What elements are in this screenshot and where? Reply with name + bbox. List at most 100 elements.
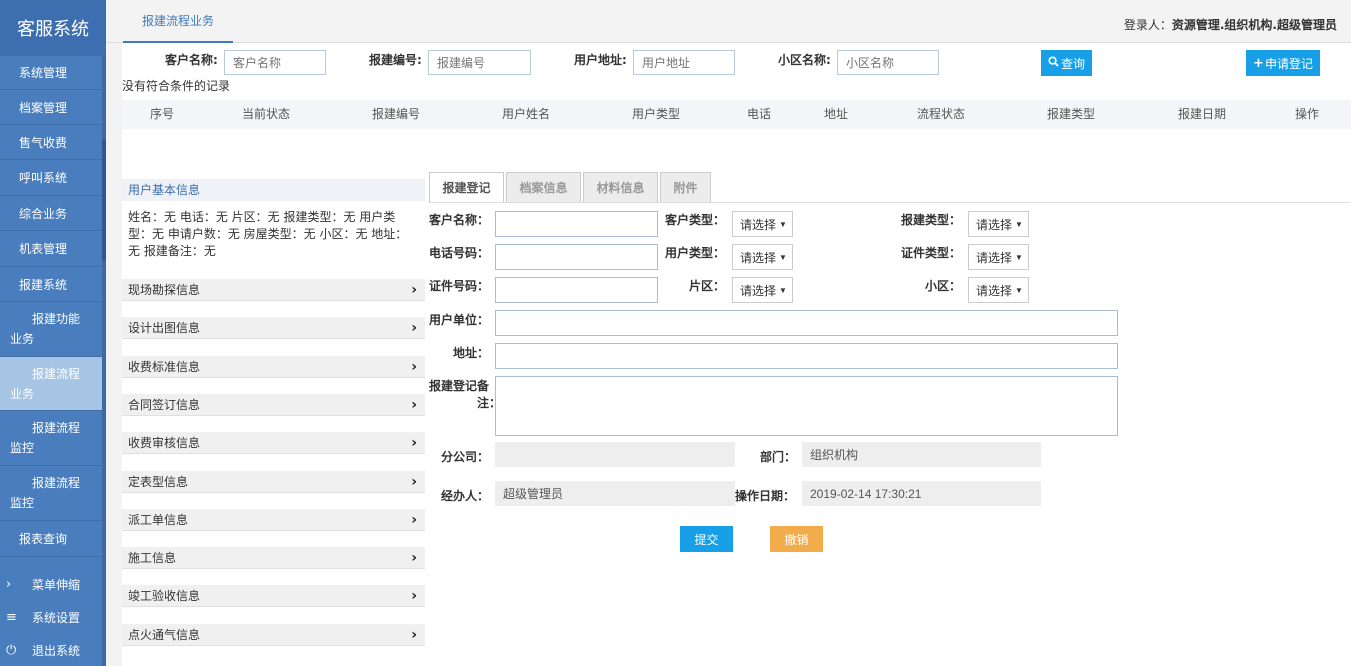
sidebar-subitem-process-monitor-1[interactable]: 报建流程 监控	[0, 411, 102, 466]
sidebar-scrollbar-thumb[interactable]	[102, 140, 106, 260]
accordion-label: 合同签订信息	[128, 398, 201, 412]
sidebar-subitem-process-monitor-2[interactable]: 报建流程 监控	[0, 466, 102, 521]
sidebar-subitem-application-process[interactable]: 报建流程 业务	[0, 357, 102, 411]
user-unit-field[interactable]	[495, 310, 1118, 336]
sidebar-item-label: 报建系统	[19, 277, 68, 292]
chevron-right-icon: ›	[411, 434, 417, 451]
user-type-select[interactable]: 请选择 ▼	[732, 244, 793, 270]
system-settings-label: 系统设置	[32, 610, 81, 625]
phone-field[interactable]	[495, 244, 658, 270]
department-label: 部门：	[760, 450, 797, 464]
sidebar-item-label: 综合业务	[19, 206, 68, 221]
sidebar-subitem-label-2: 业务	[10, 332, 35, 346]
accordion-work-order[interactable]: 派工单信息 ›	[122, 509, 425, 531]
id-number-field[interactable]	[495, 277, 658, 303]
caret-down-icon: ▼	[779, 285, 787, 295]
community-name-search-input[interactable]	[837, 50, 939, 75]
app-title: 客服系统	[0, 0, 106, 56]
handler-label: 经办人：	[441, 489, 490, 503]
user-type-label: 用户类型：	[665, 246, 726, 260]
sidebar-item-system-management[interactable]: 系统管理	[0, 56, 102, 90]
chevron-right-icon: ›	[411, 319, 417, 336]
menu-collapse-label: 菜单伸缩	[32, 577, 81, 592]
sidebar-item-application-system[interactable]: 报建系统	[0, 267, 102, 302]
chevron-right-icon: ›	[411, 358, 417, 375]
community-name-label: 小区名称:	[778, 53, 831, 67]
accordion-label: 点火通气信息	[128, 628, 201, 642]
address-field[interactable]	[495, 343, 1118, 369]
sidebar-item-report-query[interactable]: 报表查询	[0, 521, 102, 557]
customer-name-field[interactable]	[495, 211, 658, 237]
sidebar-item-call-system[interactable]: 呼叫系统	[0, 160, 102, 196]
accordion-ignition-ventilation[interactable]: 点火通气信息 ›	[122, 624, 425, 646]
menu-collapse-button[interactable]: › 菜单伸缩	[0, 568, 106, 600]
caret-down-icon: ▼	[1015, 252, 1023, 262]
column-header: 流程状态	[916, 107, 966, 121]
area-select[interactable]: 请选择 ▼	[732, 277, 793, 303]
accordion-contract-signing[interactable]: 合同签订信息 ›	[122, 394, 425, 416]
query-button[interactable]: 查询	[1041, 50, 1092, 76]
accordion-site-survey[interactable]: 现场勘探信息 ›	[122, 279, 425, 301]
customer-type-select[interactable]: 请选择 ▼	[732, 211, 793, 237]
user-address-search-input[interactable]	[633, 50, 735, 75]
chevron-right-icon: ›	[411, 511, 417, 528]
column-header: 用户类型	[631, 107, 681, 121]
operation-date-label: 操作日期：	[735, 489, 796, 503]
sidebar-subitem-label-1: 报建功能	[32, 312, 81, 326]
column-header: 当前状态	[241, 107, 291, 121]
sidebar-subitem-application-function[interactable]: 报建功能 业务	[0, 302, 102, 357]
branch-value	[495, 442, 735, 467]
accordion-construction[interactable]: 施工信息 ›	[122, 547, 425, 569]
system-settings-button[interactable]: ≡ 系统设置	[0, 601, 106, 633]
sidebar-item-label: 机表管理	[19, 242, 68, 256]
accordion-fee-review[interactable]: 收费审核信息 ›	[122, 432, 425, 454]
sidebar-item-archive-management[interactable]: 档案管理	[0, 90, 102, 125]
caret-down-icon: ▼	[779, 252, 787, 262]
tab-application-register[interactable]: 报建登记	[429, 172, 504, 203]
apply-type-label: 报建类型：	[901, 213, 962, 227]
apply-register-button[interactable]: + 申请登记	[1246, 50, 1320, 76]
accordion-label: 设计出图信息	[128, 321, 201, 335]
tab-archive-info[interactable]: 档案信息	[506, 172, 581, 203]
apply-type-select[interactable]: 请选择 ▼	[968, 211, 1029, 237]
accordion-label: 定表型信息	[128, 475, 189, 489]
chevron-right-icon: ›	[411, 549, 417, 566]
operation-date-value: 2019-02-14 17:30:21	[802, 481, 1041, 506]
customer-type-label: 客户类型：	[665, 213, 726, 227]
empty-records-message: 没有符合条件的记录	[122, 79, 231, 93]
area-label: 片区：	[689, 279, 726, 293]
sidebar-item-integrated-business[interactable]: 综合业务	[0, 196, 102, 231]
remark-textarea[interactable]	[495, 376, 1118, 436]
sidebar-subitem-label-2: 业务	[10, 386, 35, 401]
sidebar-item-gas-billing[interactable]: 售气收费	[0, 125, 102, 160]
logout-label: 退出系统	[32, 643, 81, 658]
tab-material-info[interactable]: 材料信息	[583, 172, 658, 203]
id-type-label: 证件类型：	[901, 246, 962, 260]
caret-down-icon: ▼	[1015, 285, 1023, 295]
accordion-fee-standard[interactable]: 收费标准信息 ›	[122, 356, 425, 378]
accordion-design-drawing[interactable]: 设计出图信息 ›	[122, 317, 425, 339]
cancel-button[interactable]: 撤销	[770, 526, 823, 552]
user-basic-info-text: 姓名：无 电话：无 片区：无 报建类型：无 用户类型：无 申请户数：无 房屋类型…	[128, 210, 408, 258]
department-value: 组织机构	[802, 442, 1041, 467]
handler-value: 超级管理员	[495, 481, 735, 506]
community-select[interactable]: 请选择 ▼	[968, 277, 1029, 303]
accordion-label: 收费审核信息	[128, 436, 201, 450]
application-code-search-input[interactable]	[428, 50, 531, 75]
customer-name-search-input[interactable]	[224, 50, 326, 75]
top-header: 报建流程业务 登录人：资源管理.组织机构.超级管理员	[106, 0, 1351, 43]
tab-attachment[interactable]: 附件	[660, 172, 711, 203]
logout-button[interactable]: ⏻ 退出系统	[0, 634, 106, 666]
accordion-completion-acceptance[interactable]: 竣工验收信息 ›	[122, 585, 425, 607]
accordion-meter-type[interactable]: 定表型信息 ›	[122, 471, 425, 493]
id-type-select[interactable]: 请选择 ▼	[968, 244, 1029, 270]
accordion-label: 派工单信息	[128, 513, 189, 527]
sidebar-item-meter-management[interactable]: 机表管理	[0, 231, 102, 267]
submit-button[interactable]: 提交	[680, 526, 733, 552]
sidebar-item-label: 报表查询	[19, 532, 68, 546]
sidebar-subitem-label-1: 报建流程	[32, 476, 81, 490]
column-header: 报建日期	[1177, 107, 1227, 121]
tab-application-process[interactable]: 报建流程业务	[123, 0, 234, 43]
select-value: 请选择	[740, 283, 777, 298]
address-label: 地址：	[453, 346, 490, 360]
